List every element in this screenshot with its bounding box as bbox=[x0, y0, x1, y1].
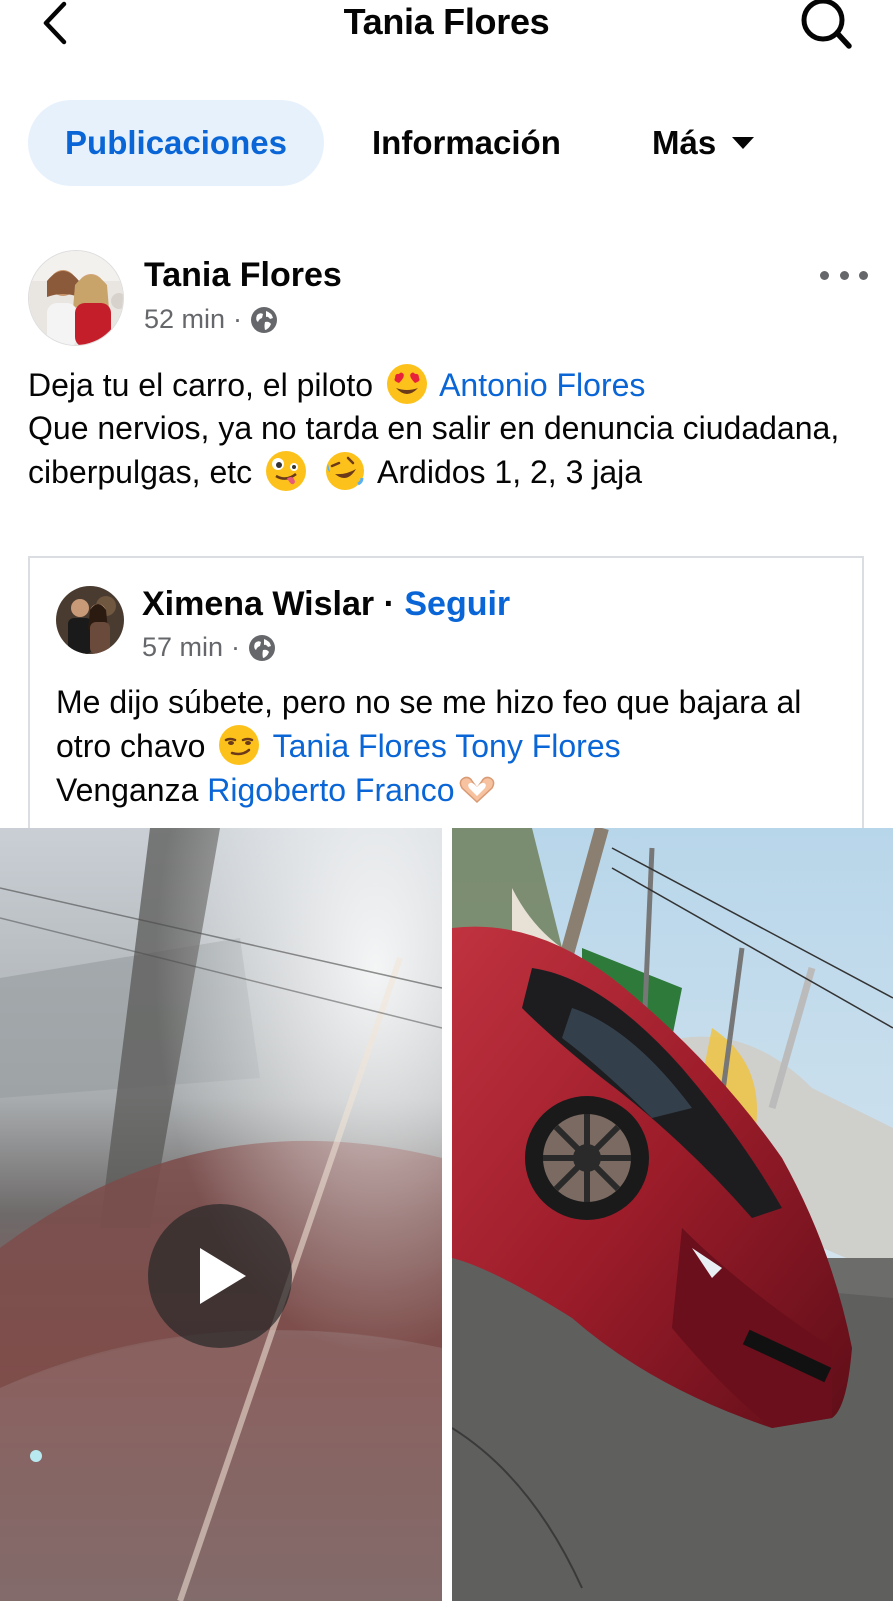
globe-icon bbox=[249, 634, 276, 661]
shared-post-text: Me dijo súbete, pero no se me hizo feo q… bbox=[56, 681, 846, 812]
meta-separator: · bbox=[231, 632, 241, 662]
post-text-part: Deja tu el carro, el piloto bbox=[28, 367, 374, 403]
heart-eyes-emoji-icon bbox=[386, 364, 427, 404]
page-title: Tania Flores bbox=[343, 1, 550, 42]
caret-down-icon bbox=[732, 137, 755, 149]
post-author[interactable]: Tania Flores bbox=[144, 256, 342, 295]
post-options-button[interactable] bbox=[820, 260, 868, 290]
heart-hands-emoji-icon bbox=[460, 776, 495, 804]
car-photo[interactable] bbox=[452, 828, 893, 1601]
avatar[interactable] bbox=[28, 250, 124, 346]
mention-link[interactable]: Antonio Flores bbox=[439, 367, 645, 403]
shared-text-part: Venganza bbox=[56, 772, 199, 808]
post-meta: 52 min · bbox=[144, 304, 278, 335]
globe-icon bbox=[251, 306, 278, 333]
search-icon bbox=[801, 0, 852, 49]
profile-tabs: Publicaciones Información Más bbox=[0, 100, 893, 188]
play-button[interactable] bbox=[148, 1204, 292, 1348]
avatar-photo bbox=[29, 251, 123, 345]
mention-link[interactable]: Rigoberto Franco bbox=[207, 772, 454, 808]
post-text-part: Ardidos 1, 2, 3 jaja bbox=[377, 454, 643, 490]
smirk-emoji-icon bbox=[219, 725, 260, 765]
dot bbox=[839, 270, 849, 280]
shared-author-name[interactable]: Ximena Wislar bbox=[142, 585, 374, 623]
car-photo-image bbox=[452, 828, 893, 1601]
shared-post-card[interactable]: Ximena Wislar · Seguir 57 min · Me dijo … bbox=[28, 556, 864, 836]
play-icon bbox=[200, 1248, 246, 1304]
media-grid bbox=[0, 828, 893, 1601]
shared-header-separator: · bbox=[383, 585, 395, 623]
shared-post-header: Ximena Wislar · Seguir bbox=[142, 585, 510, 624]
post-header: Tania Flores 52 min · bbox=[28, 250, 868, 350]
search-button[interactable] bbox=[797, 0, 853, 50]
top-bar: Tania Flores bbox=[0, 0, 893, 50]
shared-post-meta: 57 min · bbox=[142, 632, 276, 663]
post-time[interactable]: 52 min bbox=[144, 304, 225, 335]
dot bbox=[859, 270, 868, 280]
meta-separator: · bbox=[233, 304, 243, 334]
follow-button[interactable]: Seguir bbox=[404, 585, 510, 623]
tab-informacion[interactable]: Información bbox=[372, 100, 561, 186]
tab-publicaciones[interactable]: Publicaciones bbox=[28, 100, 324, 186]
dot bbox=[820, 270, 829, 280]
mention-link[interactable]: Tania Flores bbox=[273, 728, 447, 764]
post-text: Deja tu el carro, el piloto Antonio Flor… bbox=[28, 363, 868, 494]
zany-face-emoji-icon bbox=[266, 451, 307, 491]
shared-avatar-photo bbox=[56, 586, 124, 654]
rofl-emoji-icon bbox=[325, 452, 364, 490]
tab-mas-label: Más bbox=[652, 124, 717, 161]
video-thumbnail[interactable] bbox=[0, 828, 442, 1601]
tab-mas[interactable]: Más bbox=[652, 100, 755, 186]
shared-post-time[interactable]: 57 min bbox=[142, 632, 223, 663]
mention-link[interactable]: Tony Flores bbox=[455, 728, 620, 764]
shared-avatar[interactable] bbox=[56, 586, 124, 654]
